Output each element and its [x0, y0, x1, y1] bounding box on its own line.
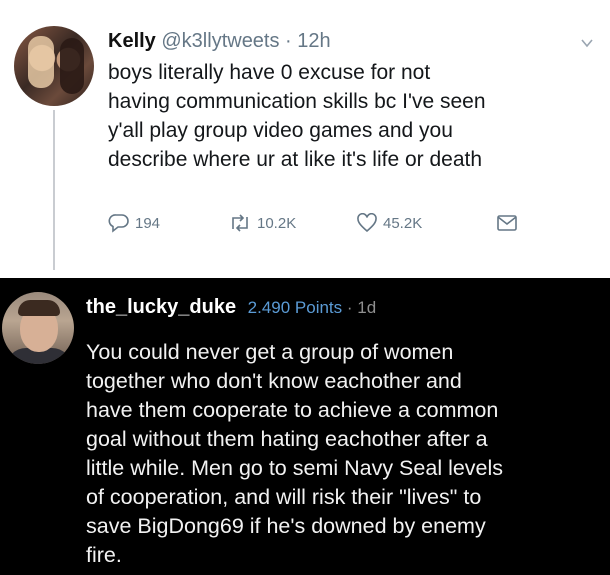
comment-text-line: of cooperation, and will risk their "liv… [86, 485, 482, 509]
tweet-author-handle[interactable]: @k3llytweets [161, 30, 279, 52]
avatar-photo-hair [18, 300, 60, 316]
tweet-actions: 194 10.2K 45.2K [108, 213, 548, 237]
tweet-author-avatar[interactable] [14, 26, 94, 106]
comment-text-line: together who don't know eachother and [86, 369, 462, 393]
thread-connector-line [53, 110, 55, 270]
comment-text-line: have them cooperate to achieve a common [86, 398, 499, 422]
heart-icon [357, 213, 377, 233]
chevron-down-icon[interactable] [580, 36, 594, 50]
comment-username[interactable]: the_lucky_duke [86, 296, 236, 318]
reddit-comment: the_lucky_duke 2.490 Points · 1d You cou… [0, 278, 610, 575]
comment-separator: · [342, 298, 358, 317]
tweet-text: boys literally have 0 excuse for not hav… [108, 58, 603, 174]
tweet-text-line: boys literally have 0 excuse for not [108, 61, 431, 84]
avatar-photo-figure [60, 38, 84, 94]
tweet-author-name[interactable]: Kelly [108, 30, 156, 52]
tweet-separator: · [279, 30, 298, 52]
tweet-card: Kelly @k3llytweets · 12h boys literally … [0, 0, 610, 278]
comment-text-line: You could never get a group of women [86, 340, 454, 364]
tweet-text-line: describe where ur at like it's life or d… [108, 148, 483, 171]
tweet-header: Kelly @k3llytweets · 12h [108, 30, 331, 53]
tweet-text-line: having communication skills bc I've seen [108, 90, 486, 113]
envelope-icon [497, 215, 517, 231]
comment-header: the_lucky_duke 2.490 Points · 1d [86, 296, 376, 319]
avatar-photo-figure [28, 36, 54, 88]
commenter-avatar[interactable] [2, 292, 74, 364]
reply-count: 194 [135, 214, 161, 232]
tweet-timestamp[interactable]: 12h [297, 30, 330, 52]
reply-button[interactable]: 194 [108, 213, 160, 233]
tweet-text-line: y'all play group video games and you [108, 119, 453, 142]
reply-icon [108, 214, 129, 233]
comment-text-line: goal without them hating eachother after… [86, 427, 488, 451]
retweet-button[interactable]: 10.2K [228, 213, 296, 233]
direct-message-button[interactable] [496, 213, 518, 233]
retweet-icon [232, 214, 248, 232]
comment-points: 2.490 Points [247, 298, 343, 317]
comment-text-line: fire. [86, 543, 122, 567]
comment-text: You could never get a group of women tog… [86, 338, 608, 570]
comment-text-line: save BigDong69 if he's downed by enemy [86, 514, 486, 538]
like-button[interactable]: 45.2K [356, 213, 422, 233]
like-count: 45.2K [383, 214, 423, 232]
retweet-count: 10.2K [257, 214, 297, 232]
comment-age: 1d [357, 298, 377, 317]
comment-text-line: little while. Men go to semi Navy Seal l… [86, 456, 504, 480]
